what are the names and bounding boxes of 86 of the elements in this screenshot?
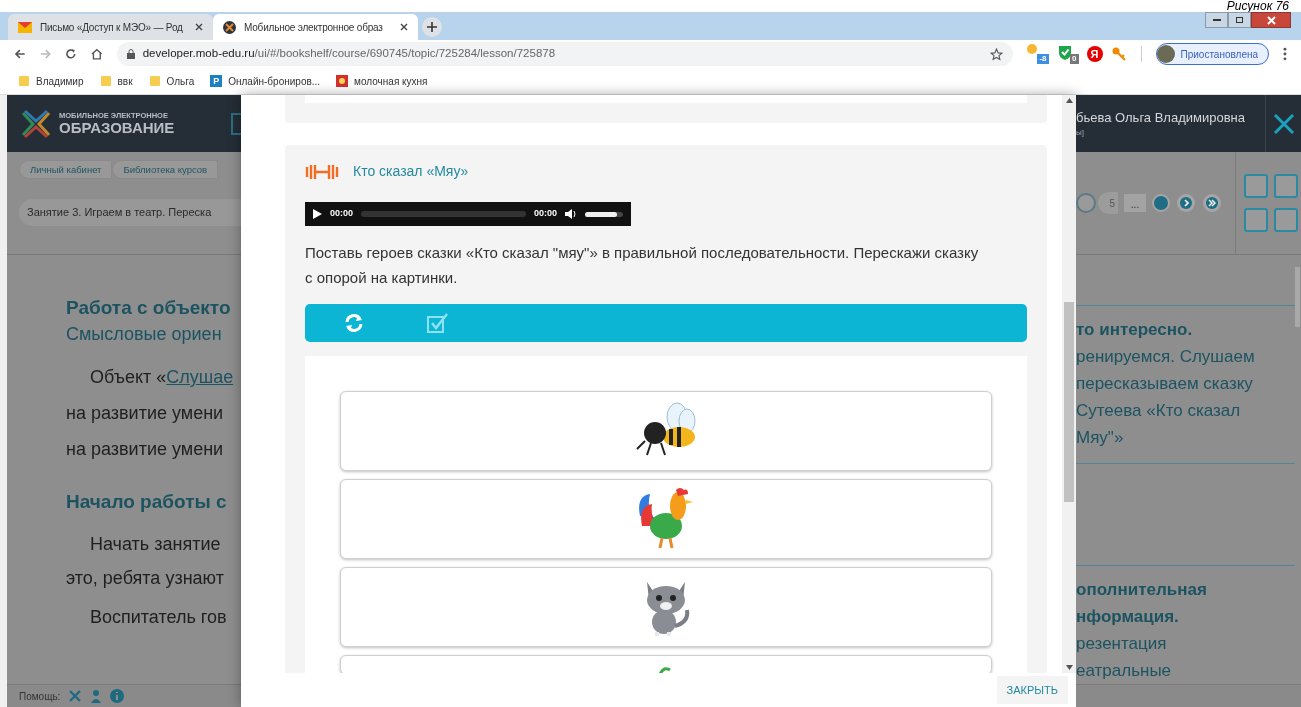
user-role: ы] xyxy=(1076,127,1085,140)
yandex-button[interactable]: Я xyxy=(1086,46,1103,62)
folder-icon xyxy=(18,75,30,87)
sidebar-text: резентация еатральные xyxy=(1076,633,1173,682)
close-icon[interactable] xyxy=(195,23,203,31)
bookmark-item[interactable]: молочная кухня xyxy=(330,73,434,89)
instruction-text: Поставь героев сказки «Кто сказал "мяу"» в правильной последовательности. Перескажи сказку с опорой на картинки. xyxy=(305,243,980,288)
scroll-down-icon[interactable] xyxy=(1065,665,1073,670)
section-subheading: Смысловые ориен xyxy=(66,323,223,346)
forward-icon[interactable] xyxy=(39,48,52,60)
minimize-button[interactable] xyxy=(1205,12,1228,28)
lesson-title-field[interactable]: Занятие 3. Играем в театр. Переска xyxy=(19,199,241,226)
back-icon[interactable] xyxy=(14,48,26,60)
user-name: бьева Ольга Владимировна xyxy=(1076,108,1246,127)
folder-icon xyxy=(99,75,112,87)
logo-icon xyxy=(223,20,236,34)
time-current: 00:00 xyxy=(330,207,354,221)
close-button[interactable]: ЗАКРЫТЬ xyxy=(996,676,1068,704)
star-icon[interactable] xyxy=(989,47,1003,61)
figure-caption: Рисунок 76 xyxy=(1226,0,1289,12)
shield-extension-button[interactable]: 0 xyxy=(1056,44,1079,64)
scrollbar[interactable] xyxy=(1062,95,1076,673)
picture-card[interactable] xyxy=(340,655,992,673)
lock-icon xyxy=(126,49,135,59)
plus-icon xyxy=(427,22,437,32)
sidebar-text: ренируемся. Слушаем пересказываем сказку Сутеева «Кто сказал Мяу"» xyxy=(1076,346,1256,449)
key-icon[interactable] xyxy=(1110,46,1127,62)
bookmark-item[interactable]: Ольга xyxy=(142,73,201,89)
refresh-icon[interactable] xyxy=(343,312,365,334)
address-bar[interactable]: developer.mob-edu.ru/ui/#/bookshelf/course/690745/topic/725284/lesson/725878 xyxy=(116,42,1013,66)
close-icon[interactable] xyxy=(400,23,408,31)
checkbox-check-icon[interactable] xyxy=(427,313,449,333)
page-ring-button[interactable] xyxy=(1076,193,1096,213)
page-more-button[interactable]: ... xyxy=(1124,194,1146,212)
exercise-title: Кто сказал «Мяу» xyxy=(353,162,469,181)
sidebar-heading: ополнительная нформация. xyxy=(1076,579,1208,628)
sun-icon xyxy=(1026,44,1037,54)
logo-text: ОБРАЗОВАНИЕ xyxy=(59,120,175,136)
bookmark-item[interactable]: P Онлайн-брониров... xyxy=(204,73,327,89)
paragraph-text: Воспитатель гов xyxy=(89,606,228,629)
bookmark-item[interactable]: Владимир xyxy=(12,73,90,89)
help-label: Помощь: xyxy=(19,689,61,704)
site-logo-icon: P xyxy=(210,75,223,87)
mail-icon xyxy=(18,21,32,33)
extension-badge: -8 xyxy=(1037,54,1049,64)
sidebar-heading: то интересно. xyxy=(1076,319,1194,341)
section-heading: Начало работы с xyxy=(66,490,228,514)
restore-button[interactable] xyxy=(1228,12,1251,28)
volume-icon[interactable] xyxy=(565,209,577,219)
folder-icon xyxy=(148,75,161,87)
section-heading: Работа с объекто xyxy=(66,296,232,320)
last-page-icon[interactable] xyxy=(1202,193,1222,213)
breadcrumb-link[interactable]: Библиотека курсов xyxy=(112,160,219,179)
time-total: 00:00 xyxy=(533,207,557,221)
reload-icon[interactable] xyxy=(65,48,77,60)
audio-player[interactable]: 00:00 00:00 xyxy=(305,202,631,226)
close-icon[interactable] xyxy=(1272,112,1295,135)
menu-icon[interactable] xyxy=(1283,47,1287,61)
profile-button[interactable]: Приостановлена xyxy=(1155,43,1270,65)
browser-tab[interactable]: Письмо «Доступ к МЭО» — Род xyxy=(8,14,213,40)
play-icon[interactable] xyxy=(313,209,322,219)
breadcrumb-link[interactable]: Личный кабинет xyxy=(19,160,113,179)
paragraph-text: Начать занятие это, ребята узнают xyxy=(66,533,225,590)
site-logo-icon xyxy=(336,75,349,87)
paragraph-text: Объект «Слушае на развитие умени на развитие умени xyxy=(66,366,235,461)
progress-track[interactable] xyxy=(361,211,526,217)
bookmark-item[interactable]: ввк xyxy=(93,73,139,89)
home-icon[interactable] xyxy=(91,48,103,60)
next-page-icon[interactable] xyxy=(1176,193,1196,213)
dumbbell-icon xyxy=(305,163,339,180)
extension-badge: 0 xyxy=(1070,54,1079,64)
person-icon[interactable] xyxy=(90,689,103,703)
scrollbar-thumb[interactable] xyxy=(1064,302,1074,502)
browser-tab[interactable]: Мобильное электронное образ xyxy=(213,14,418,40)
picture-card[interactable] xyxy=(340,479,992,559)
scroll-up-icon[interactable] xyxy=(1065,98,1073,103)
url-text: developer.mob-edu.ru/ui/#/bookshelf/course/690745/topic/725284/lesson/725878 xyxy=(142,46,557,62)
info-icon[interactable] xyxy=(110,689,125,703)
picture-card[interactable] xyxy=(340,567,992,647)
avatar-icon xyxy=(1156,45,1175,63)
picture-card[interactable] xyxy=(340,391,992,471)
page-button[interactable]: 5 xyxy=(1098,192,1118,214)
close-icon xyxy=(1266,15,1276,25)
close-window-button[interactable] xyxy=(1251,12,1291,28)
new-tab-button[interactable] xyxy=(422,17,442,37)
weather-extension-button[interactable]: -8 xyxy=(1026,44,1049,64)
